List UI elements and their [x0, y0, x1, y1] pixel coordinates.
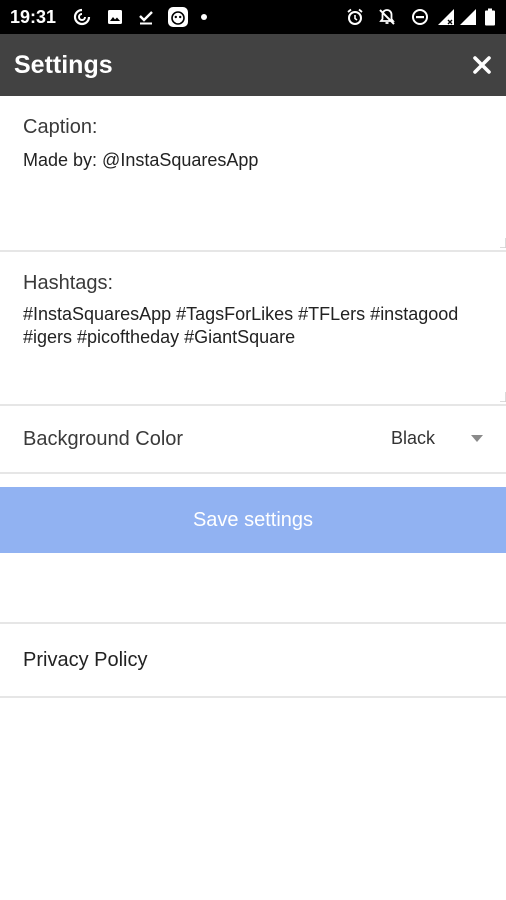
save-settings-button[interactable]: Save settings	[0, 487, 506, 553]
battery-icon	[484, 8, 496, 26]
background-color-row: Background Color Black	[0, 406, 506, 474]
sync-icon	[73, 8, 91, 26]
privacy-policy-label: Privacy Policy	[23, 649, 148, 671]
hashtags-section: Hashtags:	[0, 252, 506, 406]
hashtags-input[interactable]	[23, 303, 493, 393]
save-settings-label: Save settings	[192, 508, 314, 531]
close-button[interactable]	[468, 51, 496, 79]
page-title: Settings	[14, 51, 113, 79]
background-color-select[interactable]: Black	[380, 424, 495, 454]
privacy-policy-link[interactable]: Privacy Policy	[0, 622, 506, 698]
do-not-disturb-icon	[411, 8, 429, 26]
image-icon	[106, 8, 124, 26]
background-color-value: Black	[391, 428, 436, 448]
check-download-icon	[137, 8, 155, 26]
caption-input[interactable]	[23, 149, 493, 239]
resize-grip-icon[interactable]	[500, 392, 506, 402]
dropdown-arrow-icon	[469, 433, 485, 443]
caption-label: Caption:	[23, 116, 98, 138]
caption-section: Caption:	[0, 96, 506, 252]
app-bar: Settings	[0, 34, 506, 96]
hashtags-label: Hashtags:	[23, 272, 114, 294]
robot-icon	[167, 6, 189, 28]
close-icon	[473, 56, 491, 74]
signal-icon	[437, 8, 455, 26]
signal-full-icon	[459, 8, 477, 26]
status-bar: 19:31	[0, 0, 506, 34]
alarm-icon	[346, 8, 364, 26]
status-time: 19:31	[10, 7, 57, 27]
background-color-label: Background Color	[23, 428, 184, 450]
notifications-off-icon	[378, 8, 396, 26]
dot-icon	[200, 8, 208, 26]
resize-grip-icon[interactable]	[500, 238, 506, 248]
